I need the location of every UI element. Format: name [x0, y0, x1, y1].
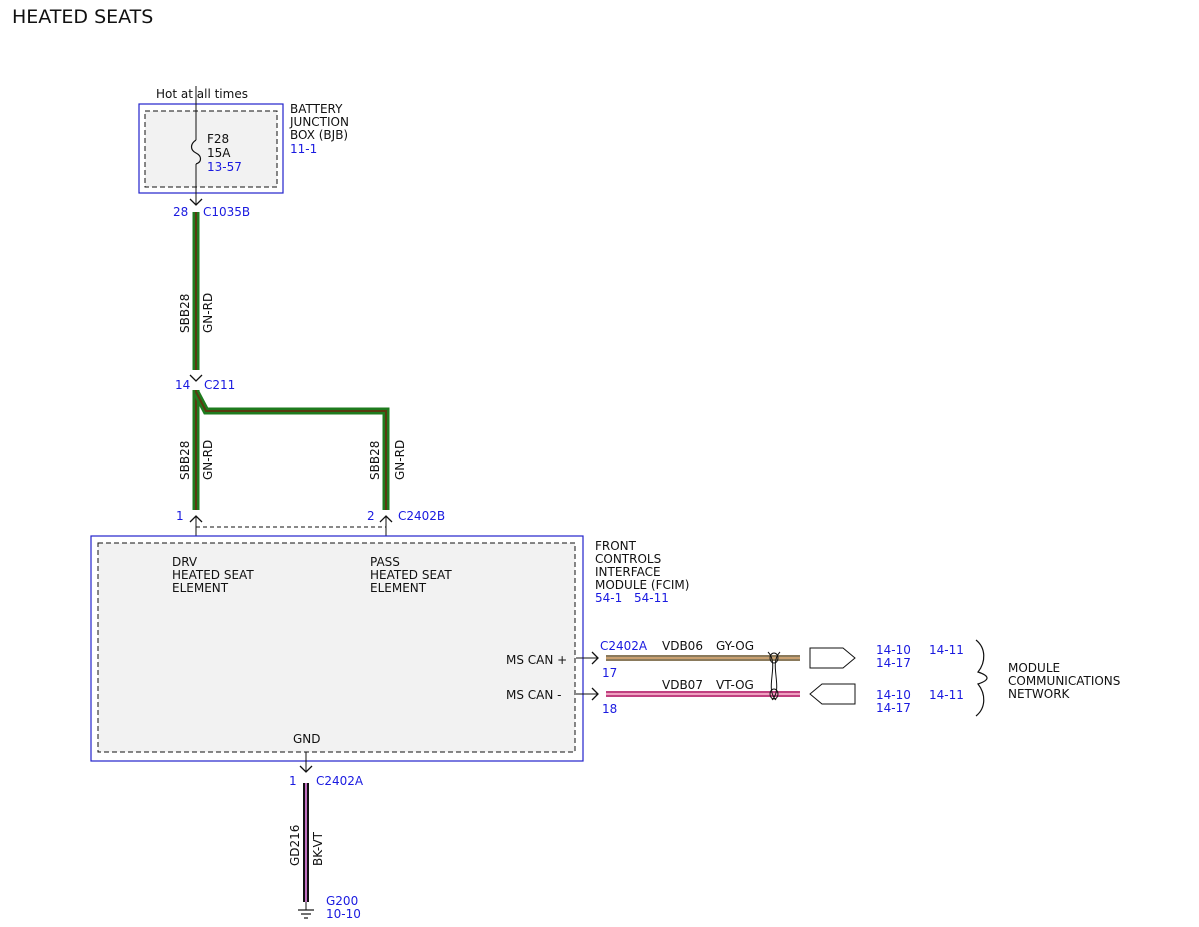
ground-circuit: 1 C2402A GD216 BK-VT G200 10-10 — [288, 752, 364, 921]
pass-element-line-2: HEATED SEAT — [370, 568, 452, 582]
feed-circuit-label: SBB28 — [178, 294, 192, 333]
ms-can-minus-label: MS CAN - — [506, 688, 562, 702]
fuse-id: F28 — [207, 132, 229, 146]
vdb07-circuit-label: VDB07 — [662, 678, 703, 692]
fuse-ref: 13-57 — [207, 160, 242, 174]
hot-at-all-times-label: Hot at all times — [156, 87, 248, 101]
drv-element-line-3: ELEMENT — [172, 581, 229, 595]
feed-color-label: GN-RD — [201, 293, 215, 333]
connector-c211: 14 C211 — [175, 374, 235, 392]
net-plus-ref-c: 14-11 — [929, 643, 964, 657]
drv-color-label: GN-RD — [201, 440, 215, 480]
fcim-name-line-4: MODULE (FCIM) — [595, 578, 689, 592]
c1035b-pin: 28 — [173, 205, 188, 219]
fcim-ref-a: 54-1 — [595, 591, 622, 605]
gnd-pin: 1 — [289, 774, 297, 788]
pass-color-label: GN-RD — [393, 440, 407, 480]
battery-junction-box: Hot at all times BATTERY JUNCTION BOX (B… — [138, 86, 349, 205]
wire-sbb28-branches: SBB28 GN-RD SBB28 GN-RD — [178, 390, 407, 510]
vdb07-color-label: VT-OG — [716, 678, 754, 692]
net-minus-ref-a: 14-10 — [876, 688, 911, 702]
wire-sbb28-feed: SBB28 GN-RD — [178, 212, 215, 370]
drv-circuit-label: SBB28 — [178, 441, 192, 480]
wire-pass-outer — [192, 390, 390, 510]
pass-element-line-3: ELEMENT — [370, 581, 427, 595]
ms-can-plus-label: MS CAN + — [506, 653, 567, 667]
network-name-line-1: MODULE — [1008, 661, 1060, 675]
fuse-rating: 15A — [207, 146, 231, 160]
c1035b-name: C1035B — [203, 205, 250, 219]
net-plus-ref-a: 14-10 — [876, 643, 911, 657]
fcim-name-line-1: FRONT — [595, 539, 637, 553]
module-communications-network: 14-10 14-17 14-11 14-10 14-17 14-11 MODU… — [876, 639, 1120, 717]
fcim-inner-border — [97, 542, 576, 753]
can-minus-pin: 18 — [602, 702, 617, 716]
diagram-title: HEATED SEATS — [12, 6, 153, 28]
bjb-name-line-1: BATTERY — [290, 102, 343, 116]
can-bus-wires: C2402A 17 VDB06 GY-OG 18 VDB07 VT-OG — [576, 639, 856, 716]
ground-ref: 10-10 — [326, 907, 361, 921]
net-minus-ref-c: 14-11 — [929, 688, 964, 702]
net-minus-ref-b: 14-17 — [876, 701, 911, 715]
wiring-diagram: HEATED SEATS Hot at all times BATTERY JU… — [12, 6, 1120, 921]
drv-element-line-1: DRV — [172, 555, 198, 569]
bjb-ref: 11-1 — [290, 142, 317, 156]
can-plus-pin: 17 — [602, 666, 617, 680]
gd216-circuit-label: GD216 — [288, 825, 302, 866]
fcim-name-line-2: CONTROLS — [595, 552, 661, 566]
can-minus-incoming-arrow — [809, 683, 856, 705]
fcim-ref-b: 54-11 — [634, 591, 669, 605]
c211-name: C211 — [204, 378, 235, 392]
network-name-line-2: COMMUNICATIONS — [1008, 674, 1120, 688]
bjb-name-line-2: JUNCTION — [289, 115, 349, 129]
gd216-color-label: BK-VT — [311, 831, 325, 866]
connector-c1035b: 28 C1035B — [173, 198, 250, 219]
can-plus-outgoing-arrow — [809, 647, 856, 669]
net-plus-ref-b: 14-17 — [876, 656, 911, 670]
c2402b-pin-pass: 2 — [367, 509, 375, 523]
gnd-connector-name: C2402A — [316, 774, 364, 788]
vdb06-color-label: GY-OG — [716, 639, 754, 653]
gnd-label: GND — [293, 732, 321, 746]
c2402b-pin-drv: 1 — [176, 509, 184, 523]
pass-circuit-label: SBB28 — [368, 441, 382, 480]
vdb06-circuit-label: VDB06 — [662, 639, 703, 653]
fcim-name-line-3: INTERFACE — [595, 565, 661, 579]
bjb-name-line-3: BOX (BJB) — [290, 128, 348, 142]
pass-element-line-1: PASS — [370, 555, 400, 569]
c2402b-name: C2402B — [398, 509, 445, 523]
c211-pin-chevron — [189, 374, 203, 382]
network-brace — [975, 639, 988, 717]
drv-element-line-2: HEATED SEAT — [172, 568, 254, 582]
ground-name: G200 — [326, 894, 358, 908]
c2402a-can-name: C2402A — [600, 639, 648, 653]
c211-pin: 14 — [175, 378, 190, 392]
network-name-line-3: NETWORK — [1008, 687, 1071, 701]
